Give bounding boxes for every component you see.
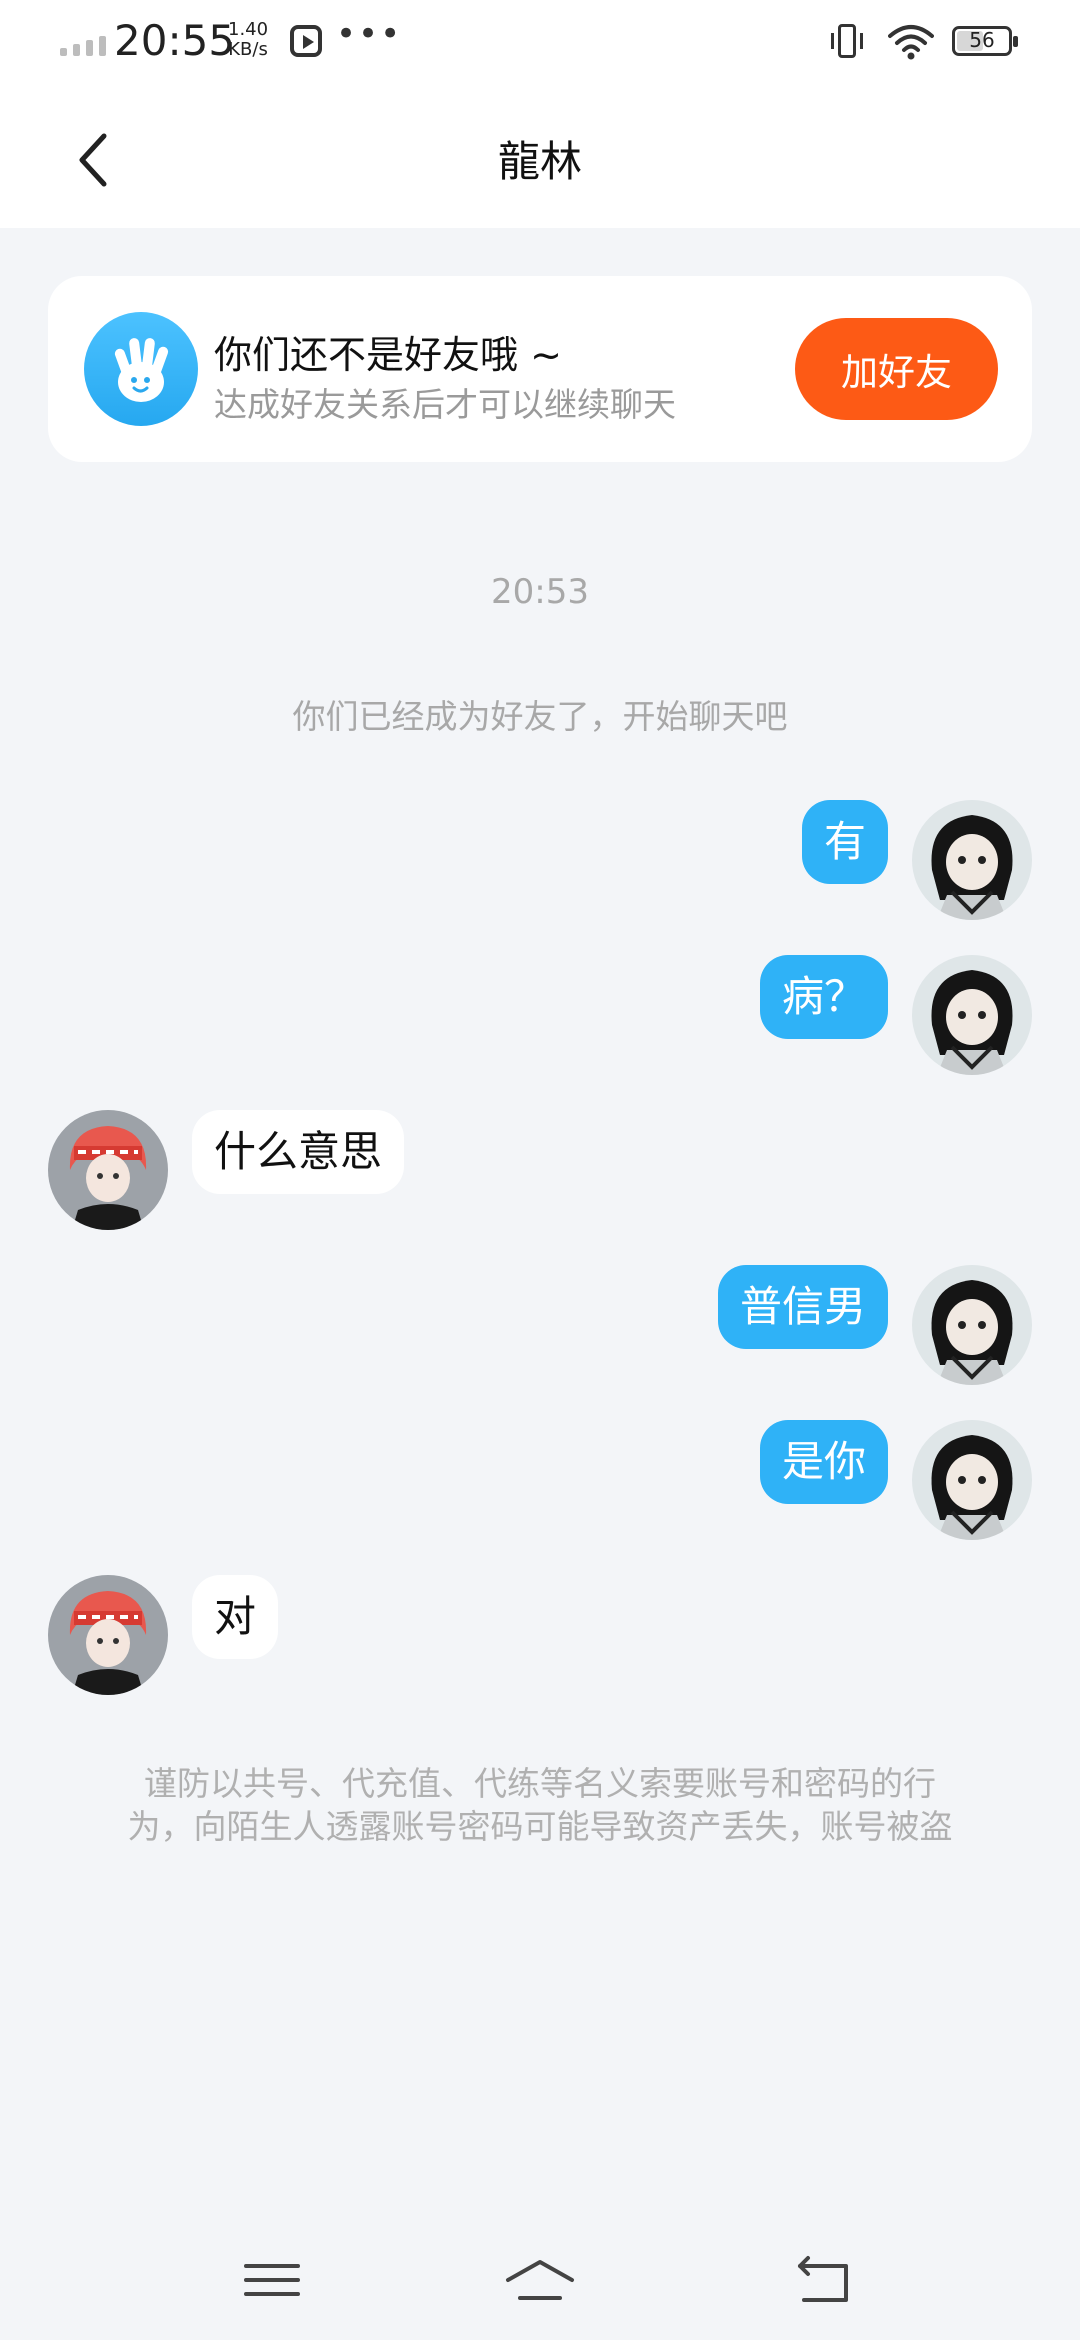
security-warning: 谨防以共号、代充值、代练等名义索要账号和密码的行 为，向陌生人透露账号密码可能导… bbox=[86, 1762, 994, 1848]
vibrate-icon bbox=[831, 24, 863, 58]
system-message: 你们已经成为好友了，开始聊天吧 bbox=[292, 697, 788, 736]
network-speed-value: 1.40 bbox=[228, 19, 269, 40]
avatar[interactable] bbox=[912, 955, 1032, 1075]
card-subtitle: 达成好友关系后才可以继续聊天 bbox=[214, 385, 676, 424]
menu-button[interactable] bbox=[232, 2250, 312, 2310]
message-bubble-received[interactable]: 对 bbox=[192, 1575, 279, 1659]
menu-icon bbox=[244, 2264, 300, 2296]
home-icon bbox=[506, 2260, 574, 2300]
wifi-icon bbox=[888, 25, 934, 60]
status-bar: 20:55 1.40 KB/s ••• 56 bbox=[0, 0, 1080, 90]
avatar-image bbox=[931, 1280, 1013, 1385]
return-icon bbox=[798, 2256, 848, 2302]
avatar[interactable] bbox=[912, 800, 1032, 920]
chat-timestamp: 20:53 bbox=[491, 572, 589, 612]
avatar-image bbox=[931, 815, 1013, 920]
status-time: 20:55 bbox=[114, 16, 236, 65]
message-bubble-sent[interactable]: 普信男 bbox=[717, 1265, 888, 1349]
page-title: 龍林 bbox=[497, 137, 582, 186]
home-button[interactable] bbox=[500, 2250, 580, 2310]
chat-header: 龍林 bbox=[0, 90, 1080, 228]
avatar-image bbox=[69, 1591, 147, 1695]
network-speed: 1.40 KB/s bbox=[228, 20, 268, 60]
add-friend-button[interactable]: 加好友 bbox=[795, 318, 998, 420]
message-bubble-sent[interactable]: 有 bbox=[801, 800, 888, 884]
not-friend-card: 你们还不是好友哦 ~ 达成好友关系后才可以继续聊天 加好友 bbox=[48, 276, 1032, 462]
message-bubble-received[interactable]: 什么意思 bbox=[192, 1110, 405, 1194]
more-notifications-icon: ••• bbox=[336, 14, 403, 54]
avatar-image bbox=[931, 1435, 1013, 1540]
card-title: 你们还不是好友哦 ~ bbox=[214, 333, 562, 377]
message-bubble-sent[interactable]: 病？ bbox=[759, 955, 888, 1039]
message-bubble-sent[interactable]: 是你 bbox=[759, 1420, 888, 1504]
avatar-image bbox=[69, 1126, 147, 1230]
avatar-image bbox=[931, 970, 1013, 1075]
network-speed-unit: KB/s bbox=[228, 39, 268, 60]
battery-icon: 56 bbox=[952, 26, 1018, 56]
return-button[interactable] bbox=[784, 2250, 864, 2310]
system-navigation-bar bbox=[0, 2210, 1080, 2340]
security-warning-line: 为，向陌生人透露账号密码可能导致资产丢失，账号被盗 bbox=[127, 1807, 953, 1846]
avatar[interactable] bbox=[48, 1575, 168, 1695]
battery-percent: 56 bbox=[969, 28, 995, 52]
signal-icon bbox=[60, 34, 106, 56]
avatar[interactable] bbox=[912, 1265, 1032, 1385]
media-play-icon bbox=[290, 25, 322, 57]
security-warning-line: 谨防以共号、代充值、代练等名义索要账号和密码的行 bbox=[144, 1764, 936, 1803]
hand-wave-icon bbox=[84, 312, 198, 426]
avatar[interactable] bbox=[912, 1420, 1032, 1540]
avatar[interactable] bbox=[48, 1110, 168, 1230]
